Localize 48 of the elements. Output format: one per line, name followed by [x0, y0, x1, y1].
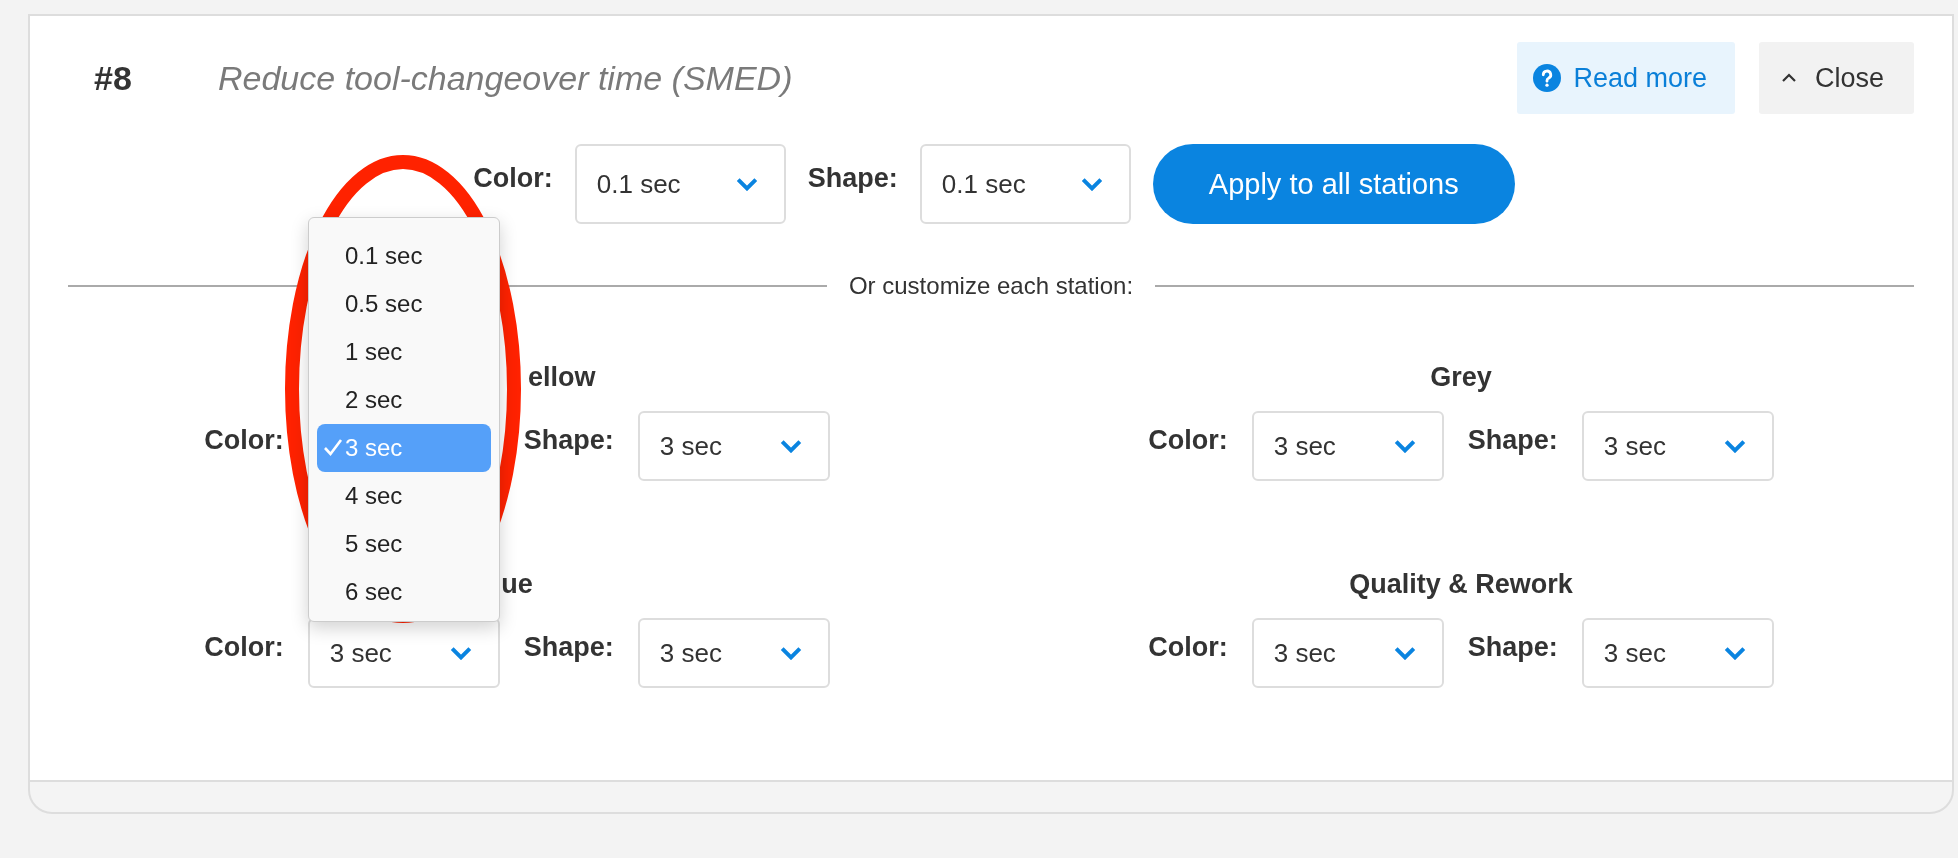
chevron-down-icon: [779, 646, 802, 660]
station-title: ellow: [528, 362, 596, 392]
question-icon: [1533, 64, 1562, 92]
chevron-down-icon: [779, 439, 802, 453]
checkmark-icon: [323, 437, 343, 457]
shape-label: Shape:: [807, 162, 898, 194]
color-label: Color:: [1148, 631, 1228, 663]
shape-select[interactable]: 0.1 sec: [919, 144, 1131, 224]
shape-label: Shape:: [1467, 424, 1558, 456]
color-select[interactable]: 3 sec: [1251, 618, 1444, 688]
shape-label: Shape:: [1467, 631, 1558, 663]
shape-select[interactable]: 3 sec: [637, 411, 830, 481]
dropdown-option[interactable]: 4 sec: [317, 472, 491, 520]
station-title: Grey: [1430, 362, 1492, 392]
chevron-down-icon: [735, 177, 758, 191]
shape-label: Shape:: [523, 424, 614, 456]
color-label: Color:: [204, 631, 284, 663]
color-label: Color:: [473, 162, 553, 194]
dropdown-option[interactable]: 0.1 sec: [317, 232, 491, 280]
item-title: Reduce tool-changeover time (SMED): [218, 58, 793, 98]
dropdown-option[interactable]: 6 sec: [317, 568, 491, 616]
divider-text: Or customize each station:: [848, 272, 1134, 300]
color-label: Color:: [204, 424, 284, 456]
shape-select[interactable]: 3 sec: [1581, 618, 1774, 688]
chevron-down-icon: [1723, 439, 1746, 453]
chevron-down-icon: [449, 646, 472, 660]
shape-label: Shape:: [523, 631, 614, 663]
caret-up-icon: [1780, 73, 1797, 83]
shape-select[interactable]: 3 sec: [1581, 411, 1774, 481]
dropdown-option[interactable]: 1 sec: [317, 328, 491, 376]
chevron-down-icon: [1723, 646, 1746, 660]
color-label: Color:: [1148, 424, 1228, 456]
read-more-button[interactable]: Read more: [1517, 42, 1735, 114]
dropdown-option[interactable]: 0.5 sec: [317, 280, 491, 328]
color-select[interactable]: 0.1 sec: [574, 144, 786, 224]
chevron-down-icon: [1393, 439, 1416, 453]
station-title: ue: [501, 569, 533, 599]
apply-all-button[interactable]: Apply to all stations: [1152, 144, 1515, 224]
dropdown-option[interactable]: 2 sec: [317, 376, 491, 424]
chevron-down-icon: [1080, 177, 1103, 191]
chevron-down-icon: [1393, 646, 1416, 660]
dropdown-option[interactable]: 5 sec: [317, 520, 491, 568]
station-title: Quality & Rework: [1349, 569, 1573, 599]
item-number: #8: [94, 58, 133, 98]
color-select[interactable]: 3 sec: [307, 618, 500, 688]
color-select[interactable]: 3 sec: [1251, 411, 1444, 481]
close-button[interactable]: Close: [1758, 42, 1914, 114]
shape-select[interactable]: 3 sec: [637, 618, 830, 688]
